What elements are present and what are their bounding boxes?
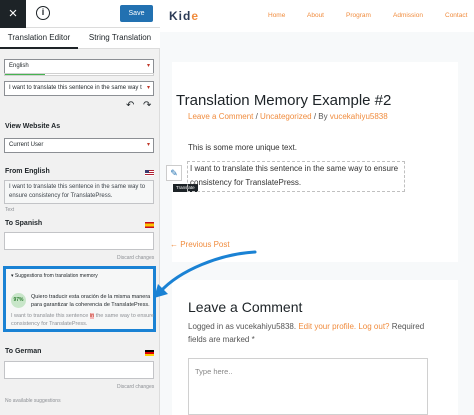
spain-flag-icon [145, 222, 154, 228]
undo-icon[interactable]: ↶ [126, 100, 134, 111]
edit-profile-link[interactable]: Edit your profile. [298, 322, 356, 331]
logout-link[interactable]: Log out? [358, 322, 389, 331]
tab-string-translation[interactable]: String Translation [82, 28, 158, 49]
string-select[interactable]: I want to translate this sentence in the… [4, 81, 154, 96]
from-english-label: From English [5, 168, 50, 175]
comment-placeholder: Type here.. [195, 367, 233, 376]
language-select[interactable]: English ▾ [4, 59, 154, 74]
view-as-select[interactable]: Current User ▾ [4, 138, 154, 153]
meta-by: / By [311, 112, 330, 121]
nav-home[interactable]: Home [268, 12, 285, 19]
suggested-translation[interactable]: Quiero traducir esta oración de la misma… [31, 293, 156, 309]
site-logo[interactable]: Kide [169, 9, 199, 23]
logo-main: Kid [169, 9, 192, 23]
website-preview: Kide Home About Program Admission Contac… [160, 0, 474, 415]
chevron-down-icon: ▾ [146, 85, 150, 91]
nav-program[interactable]: Program [346, 12, 371, 19]
selected-translatable-text[interactable]: I want to translate this sentence in the… [187, 161, 405, 192]
string-select-value: I want to translate this sentence in the… [9, 85, 142, 91]
source-text-box: I want to translate this sentence in the… [4, 180, 154, 204]
view-as-value: Current User [9, 142, 44, 148]
app-root: × i Save Translation Editor String Trans… [0, 0, 474, 415]
to-german-label: To German [5, 348, 42, 355]
comment-login-note: Logged in as vucekahiyu5838. Edit your p… [188, 320, 428, 346]
site-header: Kide Home About Program Admission Contac… [160, 0, 474, 32]
nav-about[interactable]: About [307, 12, 324, 19]
to-spanish-label: To Spanish [5, 220, 43, 227]
pencil-icon[interactable]: ✎ [166, 165, 182, 181]
discard-changes-link[interactable]: Discard changes [117, 384, 154, 390]
language-select-value: English [9, 63, 29, 69]
chevron-down-icon: ▾ [146, 63, 150, 69]
redo-icon[interactable]: ↷ [143, 100, 151, 111]
logo-accent: e [191, 9, 200, 23]
chevron-down-icon: ▾ [146, 142, 150, 148]
info-icon[interactable]: i [36, 6, 50, 20]
translation-memory-suggestions: ▾ Suggestions from translation memory 97… [3, 266, 156, 332]
nav-contact[interactable]: Contact [445, 12, 467, 19]
view-as-label: View Website As [5, 123, 61, 130]
language-progress-fill [5, 74, 45, 75]
no-suggestions-text: No available suggestions [5, 398, 61, 404]
meta-author-link[interactable]: vucekahiyu5838 [330, 112, 388, 121]
editor-tabs: Translation Editor String Translation [0, 28, 160, 49]
german-translation-input[interactable] [4, 361, 154, 379]
suggestions-title: ▾ Suggestions from translation memory [11, 273, 98, 279]
comment-note-prefix: Logged in as vucekahiyu5838. [188, 322, 299, 331]
source-type-label: Text [5, 207, 15, 213]
editor-topbar: × i Save [0, 0, 160, 28]
save-button[interactable]: Save [120, 5, 153, 22]
suggestion-source-text: I want to translate this sentence in the… [11, 312, 156, 328]
meta-category-link[interactable]: Uncategorized [260, 112, 312, 121]
post-meta: Leave a Comment / Uncategorized / By vuc… [188, 112, 388, 121]
tab-translation-editor[interactable]: Translation Editor [0, 28, 78, 49]
match-percent-badge: 97% [11, 293, 26, 308]
comment-textarea[interactable]: Type here.. [188, 358, 428, 415]
post-title: Translation Memory Example #2 [176, 92, 392, 109]
us-flag-icon [145, 170, 154, 176]
close-icon[interactable]: × [0, 0, 26, 28]
discard-changes-link[interactable]: Discard changes [117, 255, 154, 261]
meta-leave-comment-link[interactable]: Leave a Comment [188, 112, 253, 121]
translation-editor-panel: × i Save Translation Editor String Trans… [0, 0, 160, 415]
previous-post-link[interactable]: ← Previous Post [170, 240, 230, 249]
source-text-before: I want to translate this sentence [11, 313, 90, 319]
spanish-translation-input[interactable] [4, 232, 154, 250]
post-body-line: This is some more unique text. [188, 143, 297, 152]
language-progress-bar [4, 73, 154, 76]
nav-admission[interactable]: Admission [393, 12, 423, 19]
germany-flag-icon [145, 350, 154, 356]
callout-arrow-icon [154, 250, 257, 298]
